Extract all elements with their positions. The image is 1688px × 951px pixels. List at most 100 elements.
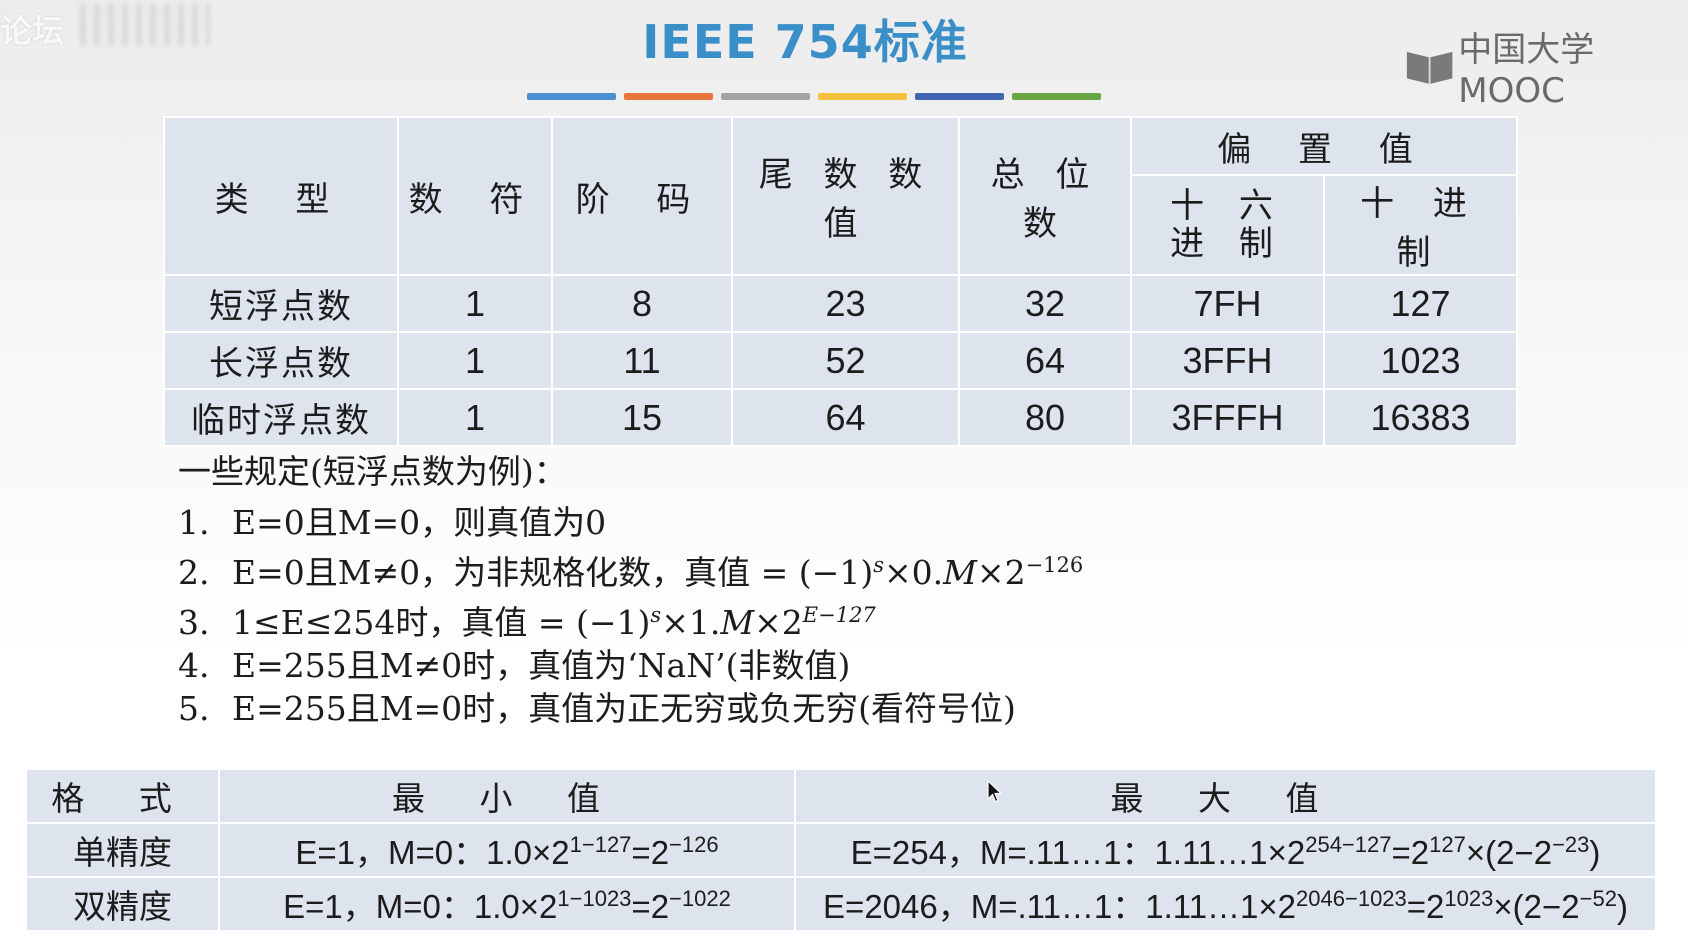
min-exp: 1−1023 <box>557 886 632 911</box>
header-bias-hex: 十 六 进 制 <box>1130 174 1325 276</box>
row-mantissa: 52 <box>731 331 960 390</box>
list-item: 2. E=0且M≠0，为非规格化数，真值 = (−1)s×0.M×2−126 <box>178 544 1083 594</box>
min-text: E=1，M=0：1.0×2 <box>295 834 570 871</box>
row-type: 短浮点数 <box>163 274 399 333</box>
row-bias-hex: 7FH <box>1130 274 1325 333</box>
header-exponent: 阶 码 <box>551 116 733 276</box>
min-eq: =2 <box>631 834 670 871</box>
color-bar-2 <box>624 93 713 100</box>
mooc-logo: 中国大学MOOC <box>1405 22 1688 111</box>
row-max-value: E=2046，M=.11…1：1.11…1×22046−1023=21023×(… <box>794 876 1657 932</box>
slide-title: IEEE 754标准 <box>642 15 968 69</box>
list-item: 1. E=0且M=0，则真值为0 <box>178 501 1083 544</box>
row-min-value: E=1，M=0：1.0×21−127=2−126 <box>218 822 796 878</box>
max-eq: =2 <box>1406 888 1445 925</box>
row-exponent: 11 <box>551 331 733 390</box>
max-exp-result: 127 <box>1429 832 1466 857</box>
list-item: 5. E=255且M=0时，真值为正无穷或负无穷(看符号位) <box>178 687 1083 730</box>
min-exp-result: −126 <box>669 832 719 857</box>
header-max: 最 大 值 <box>794 768 1657 824</box>
max-eq: =2 <box>1391 834 1430 871</box>
row-total: 80 <box>958 388 1132 447</box>
max-exp: 2046−1023 <box>1296 886 1407 911</box>
row-sign: 1 <box>397 274 553 333</box>
header-total-bits: 总 位 数 <box>958 116 1132 276</box>
item-text: E=255且M=0时，真值为正无穷或负无穷(看符号位) <box>232 689 1016 728</box>
color-bar-5 <box>915 93 1004 100</box>
sign-superscript: s <box>873 553 884 577</box>
item-text-mid: ×1. <box>661 603 721 642</box>
table-header-row: 格 式 最 小 值 最 大 值 <box>25 768 1657 824</box>
item-number: 2. <box>178 553 210 592</box>
max-text: E=2046，M=.11…1：1.11…1×2 <box>823 888 1297 925</box>
row-bias-dec: 127 <box>1323 274 1518 333</box>
header-sign: 数 符 <box>397 116 553 276</box>
table-row: 双精度 E=1，M=0：1.0×21−1023=2−1022 E=2046，M=… <box>25 876 1657 932</box>
row-bias-hex: 3FFH <box>1130 331 1325 390</box>
header-mantissa: 尾 数 数 值 <box>731 116 960 276</box>
sign-superscript: s <box>650 603 662 627</box>
max-exp-small: −23 <box>1552 832 1590 857</box>
exponent-superscript: −126 <box>1025 553 1084 577</box>
max-exp-small: −52 <box>1579 886 1617 911</box>
mantissa-symbol: M <box>943 553 977 592</box>
max-mul: ×(2−2 <box>1493 888 1580 925</box>
row-exponent: 15 <box>551 388 733 447</box>
max-close: ) <box>1589 834 1601 871</box>
item-text-mid: ×0. <box>883 553 944 592</box>
row-sign: 1 <box>397 388 553 447</box>
exponent-superscript: E−127 <box>802 603 876 627</box>
row-sign: 1 <box>397 331 553 390</box>
row-type: 临时浮点数 <box>163 388 399 447</box>
table-row: 长浮点数 1 11 52 64 3FFH 1023 <box>163 331 1518 390</box>
color-bar-4 <box>818 93 907 100</box>
row-format: 单精度 <box>25 822 220 878</box>
rules-list: 1. E=0且M=0，则真值为0 2. E=0且M≠0，为非规格化数，真值 = (−… <box>178 501 1083 730</box>
row-total: 32 <box>958 274 1132 333</box>
value-range-table: 格 式 最 小 值 最 大 值 单精度 E=1，M=0：1.0×21−127=2… <box>25 768 1657 932</box>
table-row: 临时浮点数 1 15 64 80 3FFFH 16383 <box>163 388 1518 447</box>
mouse-cursor-icon <box>987 780 1003 803</box>
max-exp: 254−127 <box>1305 832 1392 857</box>
color-bar-1 <box>527 93 616 100</box>
item-number: 4. <box>178 646 210 685</box>
max-mul: ×(2−2 <box>1465 834 1553 871</box>
header-bias: 偏 置 值 <box>1130 116 1518 176</box>
color-bar-6 <box>1012 93 1101 100</box>
item-text: 1≤E≤254时，真值 = (−1) <box>232 603 651 642</box>
row-bias-dec: 1023 <box>1323 331 1518 390</box>
row-format: 双精度 <box>25 876 220 932</box>
list-item: 3. 1≤E≤254时，真值 = (−1)s×1.M×2E−127 <box>178 594 1083 644</box>
min-eq: =2 <box>631 888 670 925</box>
item-text-post: ×2 <box>754 603 803 642</box>
mooc-logo-text: 中国大学MOOC <box>1458 30 1595 111</box>
row-bias-dec: 16383 <box>1323 388 1518 447</box>
min-text: E=1，M=0：1.0×2 <box>283 888 558 925</box>
item-text: E=0且M=0，则真值为0 <box>232 503 607 542</box>
ieee754-format-table: 类 型 数 符 阶 码 尾 数 数 值 总 位 数 偏 置 值 十 六 进 制 … <box>163 116 1518 447</box>
item-number: 5. <box>178 689 210 728</box>
header-min: 最 小 值 <box>218 768 796 824</box>
min-exp: 1−127 <box>569 832 632 857</box>
item-number: 1. <box>178 503 210 542</box>
item-number: 3. <box>178 603 210 642</box>
item-text-post: ×2 <box>976 553 1026 592</box>
row-exponent: 8 <box>551 274 733 333</box>
row-max-value: E=254，M=.11…1：1.11…1×2254−127=2127×(2−2−… <box>794 822 1657 878</box>
header-bias-dec: 十 进 制 <box>1323 174 1518 276</box>
row-bias-hex: 3FFFH <box>1130 388 1325 447</box>
row-min-value: E=1，M=0：1.0×21−1023=2−1022 <box>218 876 796 932</box>
title-color-bars <box>527 93 1101 100</box>
table-row: 短浮点数 1 8 23 32 7FH 127 <box>163 274 1518 333</box>
min-exp-result: −1022 <box>669 886 731 911</box>
table-row: 单精度 E=1，M=0：1.0×21−127=2−126 E=254，M=.11… <box>25 822 1657 878</box>
color-bar-3 <box>721 93 810 100</box>
row-mantissa: 23 <box>731 274 960 333</box>
header-type: 类 型 <box>163 116 399 276</box>
mooc-book-icon <box>1406 51 1453 84</box>
max-text: E=254，M=.11…1：1.11…1×2 <box>850 834 1306 871</box>
row-total: 64 <box>958 331 1132 390</box>
item-text: E=255且M≠0时，真值为‘NaN’(非数值) <box>232 646 851 685</box>
mantissa-symbol: M <box>720 603 755 642</box>
max-exp-result: 1023 <box>1444 886 1494 911</box>
